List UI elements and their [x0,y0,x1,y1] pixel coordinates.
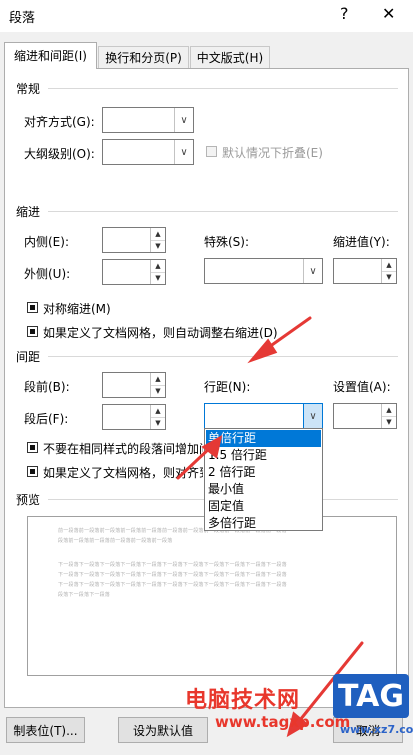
arrow-head [247,338,278,364]
annotation-arrows [176,316,364,738]
watermark-url: www.tagxp.com [215,713,351,731]
tag-logo: TAG [333,674,409,718]
watermark-url-2: www.xz7.com [340,723,413,736]
watermark-text: 电脑技术网 [185,688,301,713]
